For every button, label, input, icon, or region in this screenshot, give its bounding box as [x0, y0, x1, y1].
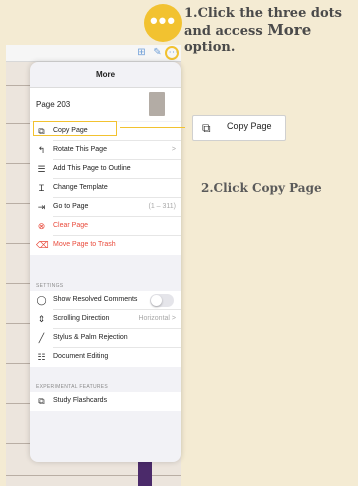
comment-icon: ◯ [36, 295, 47, 305]
menu-item-label: Stylus & Palm Rejection [53, 334, 128, 341]
step2-instruction: 2.Click Copy Page [201, 181, 322, 195]
stylus-icon: ╱ [38, 333, 45, 343]
menu-item-study-flashcards[interactable]: ⧉ Study Flashcards [30, 392, 181, 411]
menu-item-label: Rotate This Page [53, 146, 107, 153]
step1-line1: 1.Click the three dots [184, 6, 342, 21]
menu-item-label: Add This Page to Outline [53, 165, 131, 172]
flashcards-icon: ⧉ [38, 396, 45, 406]
template-icon: Ɪ [38, 183, 44, 193]
menu-item-label: Document Editing [53, 353, 109, 360]
menu-item-label: Move Page to Trash [53, 241, 116, 248]
menu-item-move-to-trash[interactable]: ⌫ Move Page to Trash [30, 236, 181, 255]
editing-icon: ☷ [37, 352, 46, 362]
menu-item-clear-page[interactable]: ⊗ Clear Page [30, 217, 181, 236]
menu-item-label: Clear Page [53, 222, 89, 229]
page-ruled-line [6, 475, 181, 476]
more-panel: More Page 203 ⧉ Copy Page ↰ Rotate This … [30, 62, 181, 462]
page-info-row: Page 203 [30, 88, 181, 121]
trash-icon: ⌫ [36, 240, 49, 250]
section-header-settings: SETTINGS [36, 283, 64, 289]
section-header-experimental: EXPERIMENTAL FEATURES [36, 384, 109, 390]
more-button-highlight [165, 46, 179, 60]
menu-item-stylus-palm[interactable]: ╱ Stylus & Palm Rejection [30, 329, 181, 348]
page-thumbnail [149, 92, 165, 116]
step1-line2: and access More option. [184, 22, 358, 56]
scroll-direction-icon: ⇕ [37, 314, 46, 324]
menu-item-label: Study Flashcards [53, 397, 108, 404]
step1-instruction: 1.Click the three dots and access More o… [184, 6, 358, 56]
menu-item-label: Scrolling Direction [53, 315, 110, 322]
copy-page-callout: ⧉ Copy Page [192, 115, 286, 141]
outline-icon: ☰ [37, 164, 46, 174]
copy-icon: ⧉ [202, 121, 211, 135]
rotate-icon: ↰ [37, 145, 46, 155]
step1-line2-a: and access [184, 24, 268, 39]
notebook-spine [138, 460, 152, 486]
menu-item-document-editing[interactable]: ☷ Document Editing [30, 348, 181, 367]
callout-connector-line [120, 127, 185, 128]
show-resolved-toggle[interactable] [150, 294, 174, 307]
page-label: Page 203 [36, 100, 71, 109]
copy-page-callout-label: Copy Page [227, 121, 272, 131]
menu-item-show-resolved-comments[interactable]: ◯ Show Resolved Comments [30, 291, 181, 310]
chevron-right-icon: > [171, 146, 176, 153]
step1-line2-c: option. [184, 40, 236, 55]
pen-icon[interactable]: ✎ [151, 46, 164, 59]
menu-item-rotate-page[interactable]: ↰ Rotate This Page > [30, 141, 181, 160]
panel-title: More [95, 70, 116, 79]
menu-item-label: Go to Page [53, 203, 89, 210]
toolbar: ⊞ ✎ ⋯ [6, 45, 181, 62]
add-page-icon[interactable]: ⊞ [135, 46, 148, 59]
goto-icon: ⇥ [37, 202, 46, 212]
more-dots-icon: ••• [149, 8, 177, 33]
menu-item-add-outline[interactable]: ☰ Add This Page to Outline [30, 160, 181, 179]
menu-item-label: Change Template [53, 184, 108, 191]
menu-item-change-template[interactable]: Ɪ Change Template [30, 179, 181, 198]
menu-item-go-to-page[interactable]: ⇥ Go to Page (1 – 311) [30, 198, 181, 217]
scrolling-direction-value: Horizontal > [138, 315, 176, 322]
menu-item-scrolling-direction[interactable]: ⇕ Scrolling Direction Horizontal > [30, 310, 181, 329]
menu-item-label: Show Resolved Comments [53, 296, 138, 303]
clear-icon: ⊗ [37, 221, 46, 231]
toggle-knob [151, 295, 162, 306]
more-dots-callout: ••• [144, 4, 182, 42]
step1-line2-more: More [267, 21, 312, 39]
page-range: (1 – 311) [148, 203, 177, 210]
copy-page-highlight [33, 121, 117, 136]
